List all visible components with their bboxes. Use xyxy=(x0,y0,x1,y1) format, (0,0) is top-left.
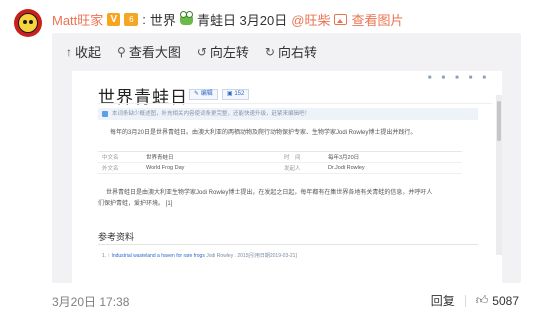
rotate-left-icon: ↺ xyxy=(196,44,207,59)
table-value: Dr.Jodi Rowley xyxy=(328,165,365,171)
magnifier-icon: ⚲ xyxy=(117,44,126,59)
like-button[interactable]: 👍︎ 5087 xyxy=(476,293,519,308)
reference-link: Industrial wasteland a haven for rare fr… xyxy=(111,253,205,259)
post-actions: 回复 👍︎ 5087 xyxy=(431,292,519,309)
image-top-icons: ■ ■ ■ ■ ■ xyxy=(428,75,486,81)
wiki-body-line2: 们保护青蛙，爱护环境。 [1] xyxy=(98,201,173,207)
table-value: 世界青蛙日 xyxy=(146,155,174,161)
like-count: 5087 xyxy=(492,293,519,308)
table-value: 每年3月20日 xyxy=(328,155,360,161)
image-icon xyxy=(334,13,348,25)
post-image[interactable]: ■ ■ ■ ■ ■ 世界青蛙日 ✎ 编辑 ▣ 152 本词条缺少概述图，补充相关… xyxy=(72,71,502,283)
references-divider xyxy=(98,244,478,245)
reply-button[interactable]: 回复 xyxy=(431,292,455,309)
image-scrollbar xyxy=(496,95,502,255)
user-avatar[interactable] xyxy=(14,9,42,37)
verified-badge: V xyxy=(107,12,121,26)
post-text-suffix: 青蛙日 3月20日 xyxy=(196,12,288,28)
post-text-prefix: 世界 xyxy=(149,12,176,28)
wiki-title-divider xyxy=(98,103,492,104)
level-badge: 6 xyxy=(124,12,139,26)
wiki-edit-button: ✎ 编辑 xyxy=(189,89,218,100)
menu-icon: ■ xyxy=(468,75,473,81)
frog-emoji-icon xyxy=(179,11,193,25)
post-text-line: Matt旺家 V 6 : 世界 青蛙日 3月20日 @旺柴 查看图片 xyxy=(52,10,403,28)
view-image-link[interactable]: 查看图片 xyxy=(351,10,403,29)
image-preview-panel: ↑ 收起 ⚲ 查看大图 ↺ 向左转 ↻ 向右转 ■ ■ ■ ■ ■ 世界青蛙日 … xyxy=(52,33,521,283)
table-value: World Frog Day xyxy=(146,165,185,171)
table-key: 中文名 xyxy=(102,155,119,161)
image-topbar: ■ ■ ■ ■ ■ xyxy=(72,71,502,83)
view-large-button[interactable]: ⚲ 查看大图 xyxy=(117,42,181,61)
reference-index: 1. ↑ xyxy=(102,253,111,259)
collapse-label: 收起 xyxy=(75,45,102,60)
references-heading: 参考资料 xyxy=(98,232,135,242)
wiki-title: 世界青蛙日 xyxy=(98,88,188,108)
reference-item: 1. ↑ Industrial wasteland a haven for ra… xyxy=(102,252,297,259)
collapse-arrow-icon: ↑ xyxy=(66,44,72,59)
post-separator: : xyxy=(142,11,146,27)
thumbs-up-icon: 👍︎ xyxy=(475,293,489,307)
image-toolbar: ↑ 收起 ⚲ 查看大图 ↺ 向左转 ↻ 向右转 xyxy=(66,42,317,61)
avatar-face xyxy=(18,13,38,33)
view-large-label: 查看大图 xyxy=(128,45,181,60)
table-row: 中文名 世界青蛙日 时 间 每年3月20日 xyxy=(98,152,462,163)
wiki-info-table: 中文名 世界青蛙日 时 间 每年3月20日 外文名 World Frog Day… xyxy=(98,151,462,174)
wiki-body-line1: 世界青蛙日是由澳大利亚生物学家Jodi Rowley博士提出，在发起之日起，每年… xyxy=(106,190,433,196)
favorite-icon: ■ xyxy=(441,75,446,81)
username-link[interactable]: Matt旺家 xyxy=(52,10,103,29)
mention-link[interactable]: @旺柴 xyxy=(291,10,330,29)
reference-meta: Jodi Rowley . 2015[引用日期2019-03-21] xyxy=(206,253,297,259)
table-row: 外文名 World Frog Day 发起人 Dr.Jodi Rowley xyxy=(98,163,462,174)
action-divider xyxy=(464,294,466,307)
rotate-right-icon: ↻ xyxy=(264,44,275,59)
rotate-left-label: 向左转 xyxy=(209,45,249,60)
rotate-left-button[interactable]: ↺ 向左转 xyxy=(197,42,249,61)
collapse-button[interactable]: ↑ 收起 xyxy=(66,42,101,61)
rotate-right-label: 向右转 xyxy=(277,45,317,60)
share-icon: ■ xyxy=(427,75,432,81)
table-key: 发起人 xyxy=(284,166,301,172)
wiki-notice: 本词条缺少概述图，补充相关内容使词条更完整，还能快速升级，赶紧来编辑吧！ xyxy=(98,108,478,120)
wiki-views-button: ▣ 152 xyxy=(222,89,250,100)
rotate-right-button[interactable]: ↻ 向右转 xyxy=(265,42,317,61)
table-key: 外文名 xyxy=(102,166,119,172)
wiki-intro: 每年的3月20日是世界青蛙日。由澳大利亚的两栖动物及爬行动物保护专家、生物学家J… xyxy=(110,130,417,136)
table-key: 时 间 xyxy=(284,155,301,161)
like-icon: ■ xyxy=(455,75,459,81)
more-icon: ■ xyxy=(482,75,486,81)
post-timestamp[interactable]: 3月20日 17:38 xyxy=(52,293,129,310)
